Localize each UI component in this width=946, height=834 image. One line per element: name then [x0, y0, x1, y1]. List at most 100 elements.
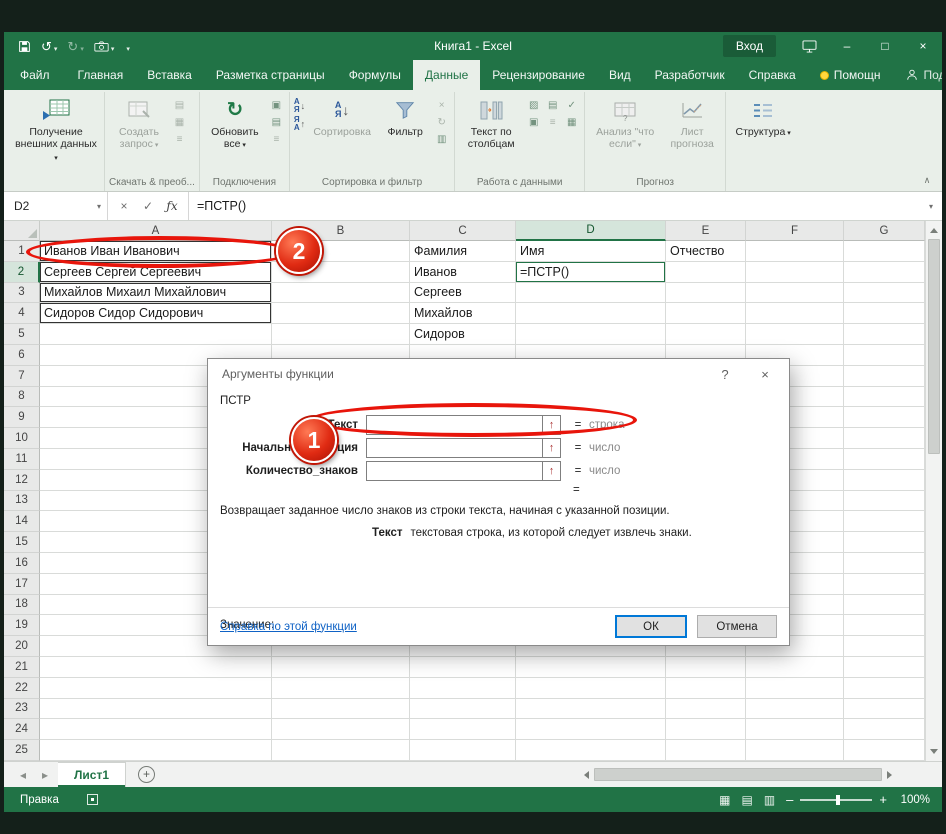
- cell-G1[interactable]: [844, 241, 925, 262]
- cell-B25[interactable]: [272, 740, 410, 761]
- cell-C23[interactable]: [410, 698, 516, 720]
- sort-za-icon[interactable]: Я А ↑: [294, 116, 305, 132]
- row-header-12[interactable]: 12: [4, 469, 40, 491]
- row-header-5[interactable]: 5: [4, 324, 40, 345]
- dialog-title-bar[interactable]: Аргументы функции ? ×: [208, 359, 789, 389]
- horizontal-scroll-thumb[interactable]: [594, 768, 882, 781]
- cell-G5[interactable]: [844, 324, 925, 345]
- cell-G21[interactable]: [844, 656, 925, 678]
- row-header-23[interactable]: 23: [4, 698, 40, 720]
- text-to-columns-button[interactable]: Текст по столбцам: [459, 93, 523, 152]
- cell-F24[interactable]: [746, 719, 844, 741]
- sort-button[interactable]: А Я ↓ Сортировка: [307, 93, 377, 139]
- row-header-8[interactable]: 8: [4, 386, 40, 408]
- cell-F2[interactable]: [746, 261, 844, 283]
- page-layout-view-icon[interactable]: ▤: [741, 793, 752, 807]
- cancel-entry-icon[interactable]: ×: [112, 199, 136, 213]
- cell-C1[interactable]: Фамилия: [410, 241, 516, 262]
- tab-Файл[interactable]: Файл: [4, 60, 66, 90]
- dialog-help-icon[interactable]: ?: [705, 359, 745, 389]
- row-header-7[interactable]: 7: [4, 365, 40, 387]
- cell-E23[interactable]: [666, 698, 746, 720]
- enter-entry-icon[interactable]: ✓: [136, 199, 160, 213]
- zoom-slider-thumb[interactable]: [836, 794, 841, 805]
- tab-Справка[interactable]: Справка: [737, 60, 808, 90]
- cell-B21[interactable]: [272, 656, 410, 678]
- cell-G19[interactable]: [844, 615, 925, 637]
- row-header-15[interactable]: 15: [4, 532, 40, 553]
- cell-E22[interactable]: [666, 677, 746, 699]
- recent-sources-icon[interactable]: ≡: [171, 132, 188, 147]
- tab-Вид[interactable]: Вид: [597, 60, 643, 90]
- range-picker-icon-1[interactable]: ↑: [542, 414, 561, 435]
- cell-G3[interactable]: [844, 282, 925, 304]
- forecast-sheet-button[interactable]: Лист прогноза: [663, 93, 721, 152]
- range-picker-icon-3[interactable]: ↑: [542, 460, 561, 481]
- cell-G2[interactable]: [844, 261, 925, 283]
- cell-G8[interactable]: [844, 386, 925, 408]
- field-input-3[interactable]: [366, 460, 542, 481]
- cell-G6[interactable]: [844, 344, 925, 366]
- row-header-1[interactable]: 1: [4, 241, 40, 262]
- cell-C22[interactable]: [410, 677, 516, 699]
- row-header-17[interactable]: 17: [4, 573, 40, 595]
- cell-C25[interactable]: [410, 740, 516, 761]
- cell-D5[interactable]: [516, 324, 666, 345]
- cell-E5[interactable]: [666, 324, 746, 345]
- cell-G15[interactable]: [844, 532, 925, 553]
- cell-A2[interactable]: Сергеев Сергей Сергеевич: [40, 261, 272, 283]
- cell-G18[interactable]: [844, 594, 925, 616]
- sheet-tab-list1[interactable]: Лист1: [58, 762, 127, 787]
- cell-G23[interactable]: [844, 698, 925, 720]
- field-input-2[interactable]: [366, 437, 542, 458]
- cell-G14[interactable]: [844, 511, 925, 533]
- field-input-1[interactable]: [366, 414, 542, 435]
- add-sheet-icon[interactable]: +: [138, 766, 156, 783]
- cell-B3[interactable]: [272, 282, 410, 304]
- row-header-16[interactable]: 16: [4, 552, 40, 574]
- cell-G7[interactable]: [844, 365, 925, 387]
- page-break-view-icon[interactable]: ▥: [764, 793, 775, 807]
- sort-az-icon[interactable]: А Я ↓: [294, 98, 305, 114]
- select-all-corner[interactable]: [4, 221, 40, 241]
- expand-formula-bar-icon[interactable]: ▾: [920, 192, 942, 220]
- zoom-out-icon[interactable]: –: [786, 793, 793, 806]
- column-header-F[interactable]: F: [746, 221, 844, 241]
- row-header-4[interactable]: 4: [4, 303, 40, 325]
- advanced-filter-icon[interactable]: ▥: [433, 132, 450, 147]
- outline-button[interactable]: Структура: [730, 93, 796, 139]
- column-header-A[interactable]: A: [40, 221, 272, 241]
- cell-E25[interactable]: [666, 740, 746, 761]
- cell-F21[interactable]: [746, 656, 844, 678]
- what-if-analysis-button[interactable]: ? Анализ "что если": [589, 93, 661, 152]
- cell-G12[interactable]: [844, 469, 925, 491]
- cell-B22[interactable]: [272, 677, 410, 699]
- cell-D4[interactable]: [516, 303, 666, 325]
- tab-Разработчик[interactable]: Разработчик: [643, 60, 737, 90]
- cell-G20[interactable]: [844, 636, 925, 657]
- cell-G10[interactable]: [844, 428, 925, 449]
- undo-icon[interactable]: ↺: [41, 40, 57, 53]
- refresh-all-button[interactable]: ↻ Обновить все: [204, 93, 266, 152]
- vertical-scrollbar[interactable]: [925, 221, 942, 761]
- row-header-24[interactable]: 24: [4, 719, 40, 741]
- cell-F23[interactable]: [746, 698, 844, 720]
- cell-F25[interactable]: [746, 740, 844, 761]
- cell-D2[interactable]: =ПСТР(): [516, 261, 666, 283]
- cell-A22[interactable]: [40, 677, 272, 699]
- row-header-6[interactable]: 6: [4, 344, 40, 366]
- cell-G17[interactable]: [844, 573, 925, 595]
- cell-G4[interactable]: [844, 303, 925, 325]
- name-box[interactable]: D2 ▾: [4, 192, 108, 220]
- minimize-button[interactable]: –: [828, 32, 866, 60]
- range-picker-icon-2[interactable]: ↑: [542, 437, 561, 458]
- cell-G22[interactable]: [844, 677, 925, 699]
- get-external-data-button[interactable]: Получение внешних данных: [12, 93, 100, 164]
- cell-D21[interactable]: [516, 656, 666, 678]
- cell-D23[interactable]: [516, 698, 666, 720]
- camera-icon[interactable]: [94, 40, 115, 53]
- from-table-icon[interactable]: ▦: [171, 115, 188, 130]
- horizontal-scrollbar[interactable]: [580, 766, 896, 783]
- cell-D24[interactable]: [516, 719, 666, 741]
- clear-filter-icon[interactable]: ×: [433, 98, 450, 113]
